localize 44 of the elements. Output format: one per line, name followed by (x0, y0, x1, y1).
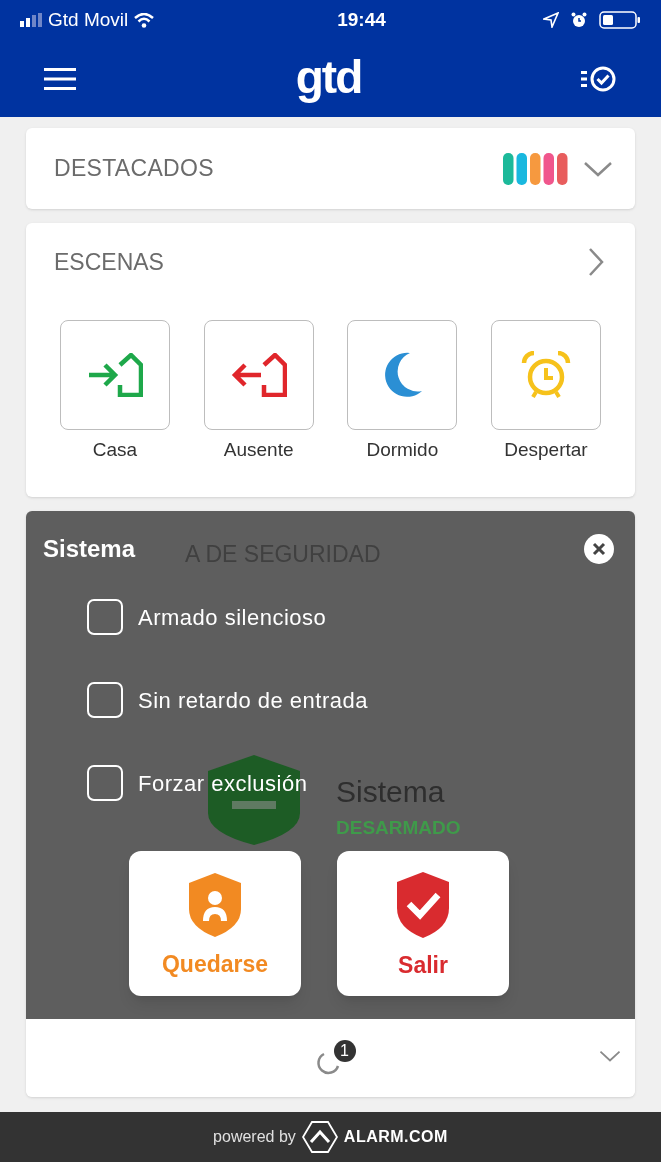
chevron-down-icon[interactable] (583, 159, 613, 178)
alarm-clock-icon (571, 12, 587, 28)
menu-icon[interactable] (44, 67, 76, 90)
highlights-card[interactable]: DESTACADOS (26, 128, 635, 209)
arm-button[interactable]: Quedarse (129, 851, 301, 996)
powered-by-text: powered by (213, 1127, 296, 1147)
scene-label: Despertar (504, 437, 588, 462)
checklist-icon[interactable] (581, 64, 617, 93)
checkbox[interactable] (87, 682, 123, 718)
arm-button[interactable]: Salir (337, 851, 509, 996)
clock-time: 19:44 (337, 7, 386, 32)
checkbox[interactable] (87, 765, 123, 801)
shield-check-icon (395, 870, 451, 941)
option-label: Forzar exclusión (138, 769, 308, 798)
card-title: ESCENAS (54, 248, 164, 277)
signal-icon (20, 13, 42, 27)
system-status: DESARMADO (336, 818, 461, 837)
loading-spinner-icon (315, 1050, 342, 1076)
scene-button[interactable] (347, 319, 458, 430)
roof-logo-icon (301, 1121, 338, 1153)
option-label: Sin retardo de entrada (138, 686, 368, 715)
alarm-clock-icon (520, 350, 571, 399)
notification-badge: 1 (333, 1040, 356, 1062)
location-arrow-icon (543, 12, 559, 28)
leave-home-icon (230, 352, 287, 397)
scene-button[interactable] (203, 319, 314, 430)
wifi-icon (134, 12, 155, 28)
enter-home-icon (87, 352, 143, 397)
option-label: Armado silencioso (138, 603, 327, 632)
scene-button[interactable] (60, 319, 170, 430)
color-bars-icon (503, 152, 569, 185)
scene-label: Casa (92, 437, 138, 462)
card-title: DESTACADOS (54, 154, 214, 184)
app-logo: gtd (295, 53, 362, 104)
scene-label: Dormido (366, 437, 439, 462)
shield-person-icon (187, 871, 243, 940)
chevron-down-icon[interactable] (599, 1049, 621, 1063)
brand-name: ALARM.COM (343, 1127, 448, 1147)
battery-icon (599, 11, 641, 29)
scene-label: Ausente (223, 437, 294, 462)
checkbox[interactable] (87, 599, 123, 635)
close-icon[interactable] (584, 534, 614, 564)
chevron-right-icon[interactable] (587, 247, 605, 278)
carrier-name: Gtd Movil (48, 7, 129, 32)
